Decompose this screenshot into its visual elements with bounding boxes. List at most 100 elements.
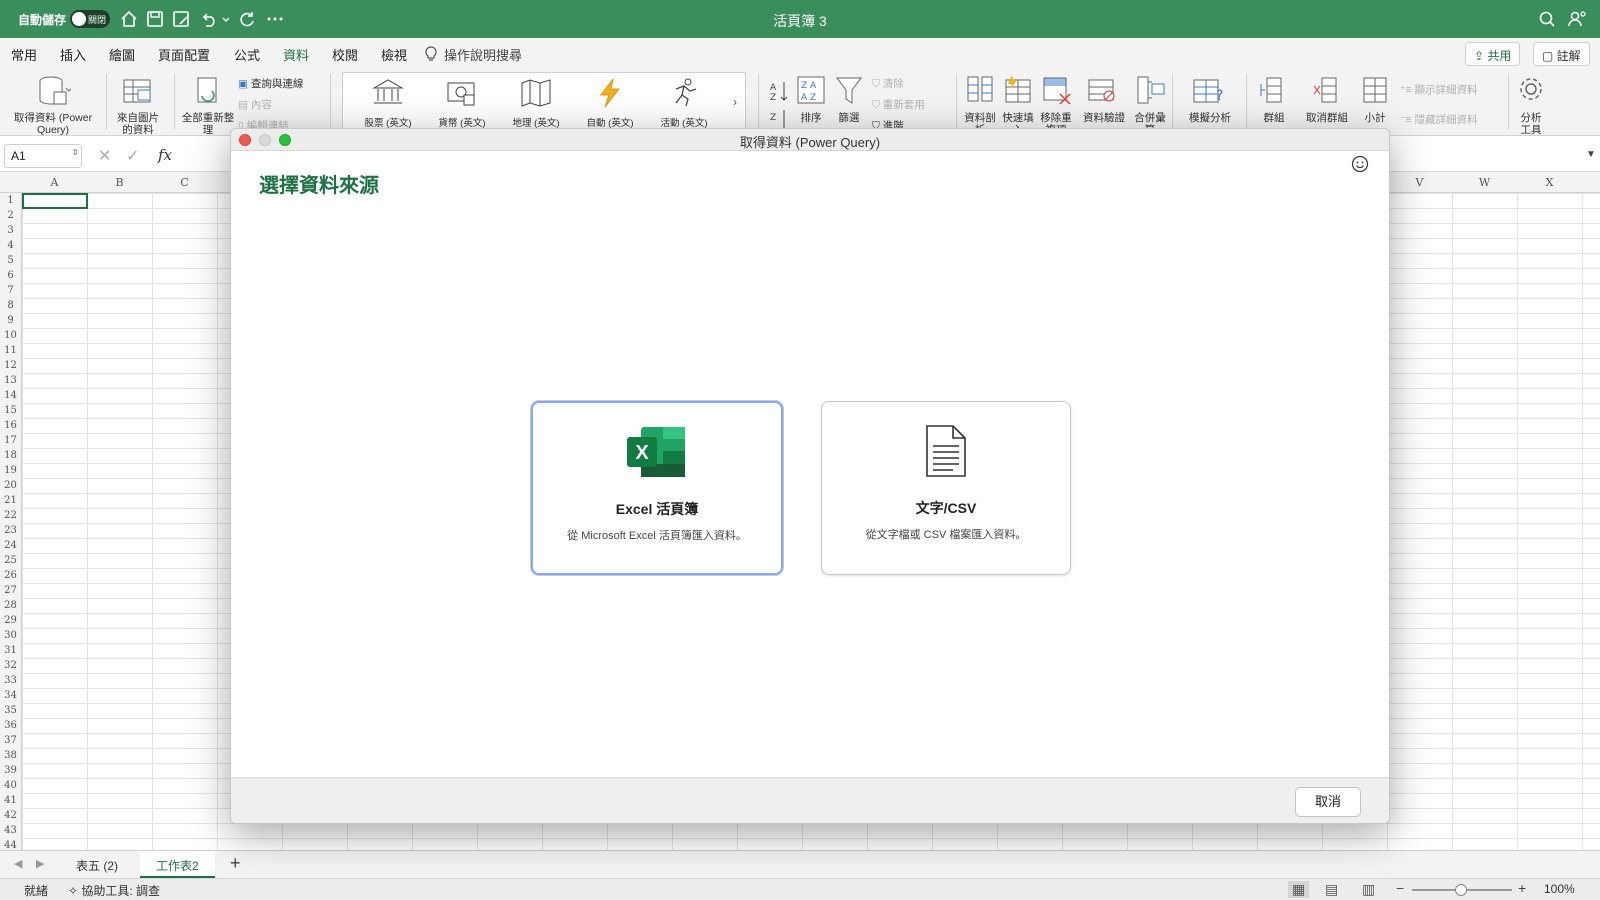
- row-header[interactable]: 23: [0, 523, 21, 538]
- row-header[interactable]: 39: [0, 763, 21, 778]
- queries-connections-button[interactable]: ▣ 查詢與連線: [238, 76, 303, 91]
- row-header[interactable]: 36: [0, 718, 21, 733]
- account-icon[interactable]: [1566, 8, 1588, 30]
- zoom-level[interactable]: 100%: [1544, 882, 1575, 896]
- column-header[interactable]: C: [152, 176, 217, 189]
- row-header[interactable]: 30: [0, 628, 21, 643]
- row-header[interactable]: 32: [0, 658, 21, 673]
- row-header[interactable]: 41: [0, 793, 21, 808]
- row-header[interactable]: 24: [0, 538, 21, 553]
- column-header[interactable]: W: [1452, 176, 1517, 189]
- tab-formulas[interactable]: 公式: [234, 45, 260, 64]
- consolidate-button[interactable]: 合併彙算: [1132, 74, 1168, 136]
- sheet-prev-icon[interactable]: ◀: [14, 857, 22, 870]
- zoom-in-button[interactable]: +: [1518, 880, 1526, 896]
- add-sheet-button[interactable]: +: [230, 853, 241, 874]
- row-header[interactable]: 35: [0, 703, 21, 718]
- page-break-view-icon[interactable]: ▥: [1362, 881, 1375, 898]
- text-csv-card[interactable]: 文字/CSV 從文字檔或 CSV 檔案匯入資料。: [821, 401, 1071, 575]
- properties-button[interactable]: ▤ 內容: [238, 97, 272, 112]
- excel-workbook-card[interactable]: X Excel 活頁簿 從 Microsoft Excel 活頁簿匯入資料。: [531, 401, 783, 575]
- row-header[interactable]: 37: [0, 733, 21, 748]
- row-header[interactable]: 43: [0, 823, 21, 838]
- tab-view[interactable]: 檢視: [381, 45, 407, 64]
- tab-home[interactable]: 常用: [11, 45, 37, 64]
- hide-detail-button[interactable]: ⁻≡ 隱藏詳細資料: [1400, 112, 1478, 127]
- sort-button[interactable]: Z A A Z 排序: [794, 74, 828, 124]
- row-header[interactable]: 7: [0, 283, 21, 298]
- row-header[interactable]: 19: [0, 463, 21, 478]
- row-header[interactable]: 14: [0, 388, 21, 403]
- row-header[interactable]: 2: [0, 208, 21, 223]
- text-to-columns-button[interactable]: 資料剖析: [962, 74, 998, 136]
- row-header[interactable]: 29: [0, 613, 21, 628]
- zoom-out-button[interactable]: −: [1396, 880, 1404, 896]
- row-header[interactable]: 16: [0, 418, 21, 433]
- row-header[interactable]: 31: [0, 643, 21, 658]
- sheet-tab[interactable]: 表五 (2): [76, 857, 118, 874]
- tab-insert[interactable]: 插入: [60, 45, 86, 64]
- tab-draw[interactable]: 繪圖: [109, 45, 135, 64]
- row-header[interactable]: 34: [0, 688, 21, 703]
- row-header[interactable]: 5: [0, 253, 21, 268]
- share-button[interactable]: ⇪ 共用: [1465, 42, 1521, 66]
- row-header[interactable]: 26: [0, 568, 21, 583]
- subtotal-button[interactable]: 小計: [1358, 74, 1392, 124]
- expand-formula-bar-icon[interactable]: ▼: [1586, 149, 1596, 160]
- filter-button[interactable]: 篩選: [832, 74, 866, 124]
- tab-review[interactable]: 校閱: [332, 45, 358, 64]
- row-header[interactable]: 20: [0, 478, 21, 493]
- search-icon[interactable]: [1536, 8, 1558, 30]
- confirm-entry-icon[interactable]: ✓: [126, 146, 139, 166]
- reapply-button[interactable]: ⛉ 重新套用: [872, 97, 925, 112]
- insert-function-button[interactable]: fx: [158, 146, 172, 164]
- row-header[interactable]: 4: [0, 238, 21, 253]
- row-header[interactable]: 22: [0, 508, 21, 523]
- row-header[interactable]: 10: [0, 328, 21, 343]
- row-header[interactable]: 38: [0, 748, 21, 763]
- row-header[interactable]: 17: [0, 433, 21, 448]
- column-header[interactable]: A: [22, 176, 87, 189]
- flash-fill-button[interactable]: 快速填入: [1000, 74, 1036, 136]
- row-header[interactable]: 33: [0, 673, 21, 688]
- tab-data[interactable]: 資料: [283, 45, 310, 71]
- row-header[interactable]: 15: [0, 403, 21, 418]
- row-header[interactable]: 13: [0, 373, 21, 388]
- remove-duplicates-button[interactable]: 移除重複項: [1038, 74, 1074, 136]
- row-header[interactable]: 1: [0, 193, 21, 208]
- gallery-next-icon[interactable]: ›: [733, 95, 737, 109]
- name-box[interactable]: A1: [4, 144, 82, 168]
- clear-filter-button[interactable]: ⛉ 清除: [872, 76, 904, 91]
- get-data-button[interactable]: 取得資料 (Power Query): [10, 74, 96, 136]
- sort-ascending-icon[interactable]: AZZ: [768, 78, 790, 128]
- row-header[interactable]: 28: [0, 598, 21, 613]
- column-header[interactable]: X: [1517, 176, 1582, 189]
- analysis-tools-button[interactable]: 分析工具: [1516, 74, 1546, 136]
- data-from-picture-button[interactable]: 來自圖片的資料: [112, 74, 164, 136]
- data-type-stocks[interactable]: 股票 (英文): [353, 77, 423, 129]
- smiley-feedback-icon[interactable]: [1351, 155, 1369, 173]
- group-button[interactable]: 群組: [1252, 74, 1296, 124]
- row-header[interactable]: 12: [0, 358, 21, 373]
- row-header[interactable]: 27: [0, 583, 21, 598]
- tell-me-search[interactable]: 操作說明搜尋: [444, 45, 522, 64]
- data-type-currency[interactable]: 貨幣 (英文): [427, 77, 497, 129]
- data-type-automatic[interactable]: 自動 (英文): [575, 77, 645, 129]
- row-header[interactable]: 9: [0, 313, 21, 328]
- column-header[interactable]: V: [1387, 176, 1452, 189]
- data-validation-button[interactable]: 資料驗證: [1080, 74, 1128, 124]
- show-detail-button[interactable]: ⁺≡ 顯示詳細資料: [1400, 82, 1478, 97]
- what-if-analysis-button[interactable]: ? 模擬分析: [1180, 74, 1240, 124]
- selected-cell[interactable]: [22, 193, 88, 209]
- name-box-stepper-icon[interactable]: ⇕: [72, 148, 79, 157]
- row-header[interactable]: 3: [0, 223, 21, 238]
- row-header[interactable]: 25: [0, 553, 21, 568]
- row-header[interactable]: 6: [0, 268, 21, 283]
- row-header[interactable]: 11: [0, 343, 21, 358]
- normal-view-icon[interactable]: ▦: [1288, 881, 1310, 898]
- data-type-activities[interactable]: 活動 (英文): [649, 77, 719, 129]
- comments-button[interactable]: ▢ 註解: [1533, 42, 1590, 66]
- row-header[interactable]: 8: [0, 298, 21, 313]
- sheet-tab-active[interactable]: 工作表2: [140, 851, 215, 878]
- row-header[interactable]: 40: [0, 778, 21, 793]
